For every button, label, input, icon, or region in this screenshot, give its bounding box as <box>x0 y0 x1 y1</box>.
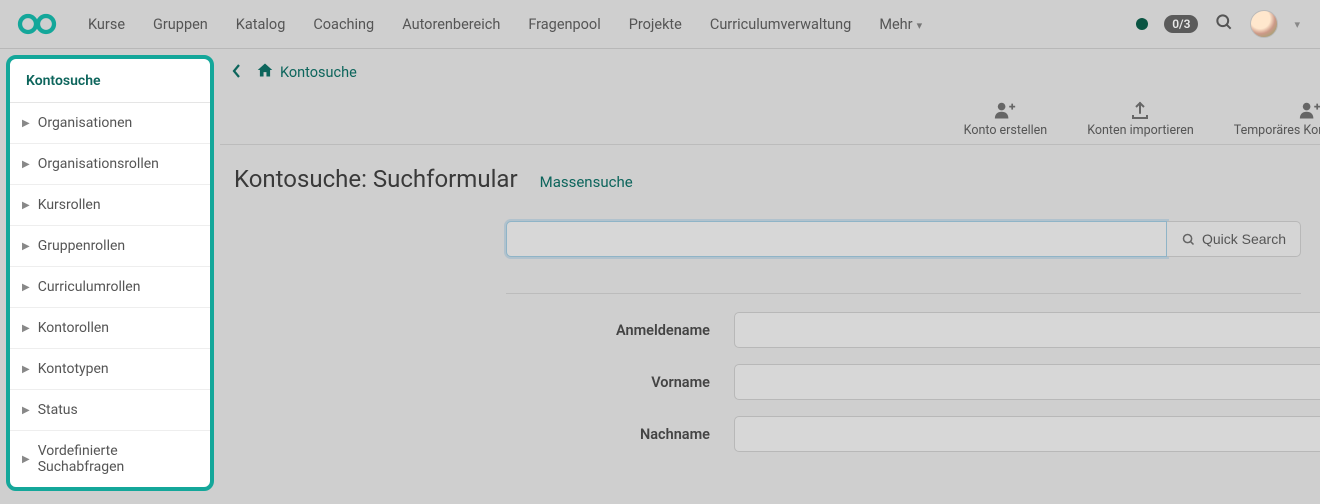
form-row-firstname: Vorname <box>234 364 1320 400</box>
form-row-lastname: Nachname <box>234 416 1320 452</box>
sidebar-item-label: Kursrollen <box>38 197 101 213</box>
sidebar-item-organisationsrollen[interactable]: ▶ Organisationsrollen <box>10 144 210 185</box>
firstname-label: Vorname <box>234 374 734 391</box>
action-label: Temporäres Konto erstellen <box>1234 123 1320 138</box>
quick-search-input[interactable] <box>506 221 1167 257</box>
main-area: Kontosuche Konto erstellen Konten import… <box>220 49 1320 504</box>
page-title: Kontosuche: Suchformular <box>234 165 518 193</box>
sidebar-item-label: Kontorollen <box>38 320 109 336</box>
nav-gruppen[interactable]: Gruppen <box>139 1 222 48</box>
main-nav: Kurse Gruppen Katalog Coaching Autorenbe… <box>74 1 936 48</box>
sidebar-item-label: Vordefinierte Suchabfragen <box>38 443 198 475</box>
topbar-right: 0/3 ▾ <box>1136 10 1310 38</box>
lastname-input[interactable] <box>734 416 1320 452</box>
create-temp-account-button[interactable]: Temporäres Konto erstellen <box>1234 101 1320 138</box>
nav-katalog[interactable]: Katalog <box>222 1 300 48</box>
bulk-search-link[interactable]: Massensuche <box>540 173 633 191</box>
status-dot-icon[interactable] <box>1136 18 1148 30</box>
sidebar-item-kursrollen[interactable]: ▶ Kursrollen <box>10 185 210 226</box>
sidebar-item-label: Organisationen <box>38 115 133 131</box>
login-label: Anmeldename <box>234 322 734 339</box>
breadcrumb-current[interactable]: Kontosuche <box>280 64 357 81</box>
search-icon <box>1181 232 1196 247</box>
sidebar-item-kontotypen[interactable]: ▶ Kontotypen <box>10 349 210 390</box>
caret-right-icon: ▶ <box>22 364 30 375</box>
divider <box>506 293 1301 294</box>
quick-search-button[interactable]: Quick Search <box>1167 221 1301 257</box>
firstname-input[interactable] <box>734 364 1320 400</box>
sidebar: Kontosuche ▶ Organisationen ▶ Organisation… <box>6 55 214 491</box>
caret-right-icon: ▶ <box>22 405 30 416</box>
caret-right-icon: ▶ <box>22 200 30 211</box>
action-toolbar: Konto erstellen Konten importieren Tempo… <box>220 95 1320 145</box>
login-input[interactable] <box>734 312 1320 348</box>
action-label: Konto erstellen <box>964 123 1048 138</box>
avatar[interactable] <box>1250 10 1278 38</box>
sidebar-item-label: Curriculumrollen <box>38 279 141 295</box>
sidebar-item-gruppenrollen[interactable]: ▶ Gruppenrollen <box>10 226 210 267</box>
logo-icon[interactable] <box>10 12 66 36</box>
nav-fragenpool[interactable]: Fragenpool <box>514 1 614 48</box>
sidebar-item-label: Kontotypen <box>38 361 109 377</box>
chevron-down-icon: ▾ <box>917 19 923 32</box>
search-icon[interactable] <box>1214 12 1234 36</box>
caret-right-icon: ▶ <box>22 118 30 129</box>
sidebar-item-curriculumrollen[interactable]: ▶ Curriculumrollen <box>10 267 210 308</box>
nav-kurse[interactable]: Kurse <box>74 1 139 48</box>
sidebar-item-label: Status <box>38 402 78 418</box>
sidebar-item-vordefinierte[interactable]: ▶ Vordefinierte Suchabfragen <box>10 431 210 487</box>
lastname-label: Nachname <box>234 426 734 443</box>
sidebar-item-label: Gruppenrollen <box>38 238 125 254</box>
caret-right-icon: ▶ <box>22 454 30 465</box>
nav-projekte[interactable]: Projekte <box>615 1 696 48</box>
create-account-button[interactable]: Konto erstellen <box>964 101 1048 138</box>
sidebar-item-label: Organisationsrollen <box>38 156 159 172</box>
sidebar-item-kontorollen[interactable]: ▶ Kontorollen <box>10 308 210 349</box>
caret-right-icon: ▶ <box>22 159 30 170</box>
user-menu-chevron-icon[interactable]: ▾ <box>1294 18 1300 31</box>
nav-curriculumverwaltung[interactable]: Curriculumverwaltung <box>696 1 865 48</box>
action-label: Konten importieren <box>1087 123 1194 138</box>
import-accounts-button[interactable]: Konten importieren <box>1087 101 1194 138</box>
breadcrumb-bar: Kontosuche <box>220 49 1320 95</box>
nav-coaching[interactable]: Coaching <box>299 1 388 48</box>
sidebar-item-status[interactable]: ▶ Status <box>10 390 210 431</box>
content-area: ❓ Hilfe Kontosuche: Suchformular Massens… <box>220 145 1320 468</box>
notification-badge[interactable]: 0/3 <box>1164 15 1198 33</box>
sidebar-wrap: Kontosuche ▶ Organisationen ▶ Organisation… <box>0 49 220 504</box>
home-icon[interactable] <box>256 62 274 82</box>
top-navbar: Kurse Gruppen Katalog Coaching Autorenbe… <box>0 0 1320 49</box>
sidebar-item-organisationen[interactable]: ▶ Organisationen <box>10 103 210 144</box>
quick-search-row: Quick Search <box>506 221 1301 257</box>
nav-autorenbereich[interactable]: Autorenbereich <box>388 1 514 48</box>
caret-right-icon: ▶ <box>22 241 30 252</box>
nav-more[interactable]: Mehr▾ <box>865 1 936 48</box>
form-row-login: Anmeldename <box>234 312 1320 348</box>
back-button[interactable] <box>232 63 242 82</box>
caret-right-icon: ▶ <box>22 323 30 334</box>
caret-right-icon: ▶ <box>22 282 30 293</box>
sidebar-title[interactable]: Kontosuche <box>10 59 210 103</box>
